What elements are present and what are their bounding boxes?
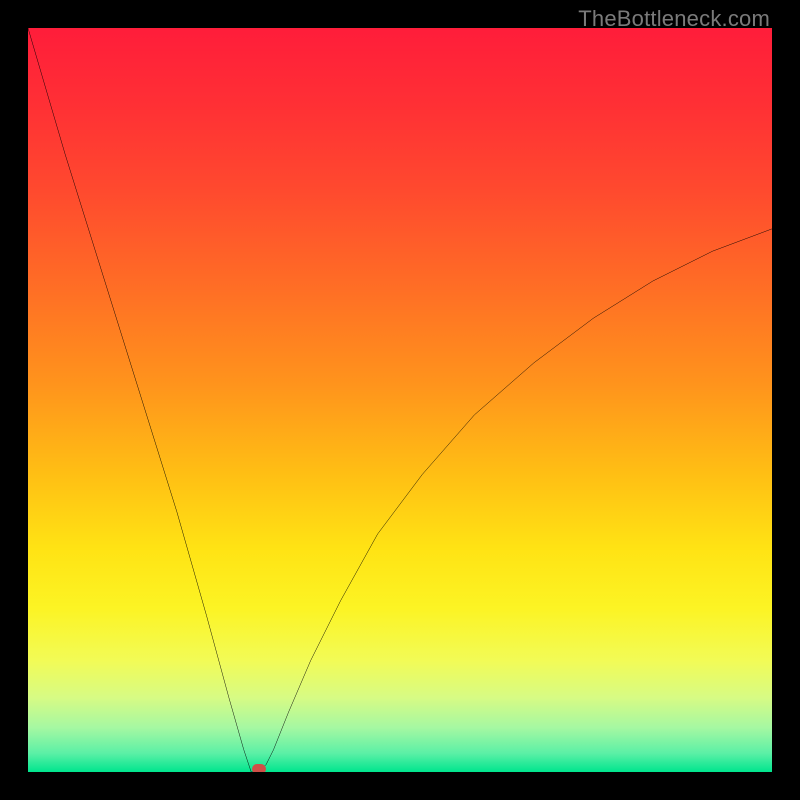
watermark-text: TheBottleneck.com	[578, 6, 770, 32]
chart-frame: TheBottleneck.com	[0, 0, 800, 800]
optimal-point-marker	[252, 764, 266, 772]
background-gradient	[28, 28, 772, 772]
plot-area	[28, 28, 772, 772]
